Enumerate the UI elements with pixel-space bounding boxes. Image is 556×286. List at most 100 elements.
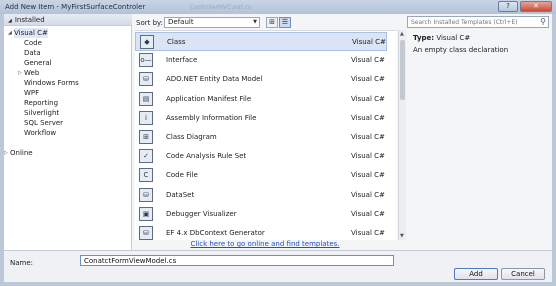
tree-item-label: Code bbox=[24, 39, 42, 47]
template-row[interactable]: i Assembly Information File Visual C# bbox=[135, 109, 387, 128]
template-name: Class bbox=[167, 38, 186, 46]
template-language: Visual C# bbox=[351, 75, 385, 84]
help-icon: ? bbox=[506, 2, 510, 10]
template-row[interactable]: ◆ Class Visual C# bbox=[135, 32, 387, 51]
online-link-row: Click here to go online and find templat… bbox=[4, 240, 552, 250]
scrollbar-thumb[interactable] bbox=[400, 40, 405, 100]
template-list-scrollbar[interactable]: ▲ ▼ bbox=[398, 30, 406, 240]
tree-item-web[interactable]: ▷ Web bbox=[4, 68, 132, 78]
template-language: Visual C# bbox=[351, 171, 385, 180]
cancel-button[interactable]: Cancel bbox=[501, 268, 545, 280]
close-button[interactable]: ✕ bbox=[520, 1, 552, 12]
type-value: Visual C# bbox=[436, 34, 471, 42]
dataset-icon: ⛁ bbox=[139, 187, 153, 202]
template-language: Visual C# bbox=[351, 190, 385, 199]
tree-item-silverlight[interactable]: Silverlight bbox=[4, 108, 132, 118]
template-details: Type: Visual C# An empty class declarati… bbox=[408, 30, 552, 240]
installed-label: Installed bbox=[14, 16, 45, 24]
help-button[interactable]: ? bbox=[498, 1, 518, 12]
tree-item-label: Web bbox=[24, 69, 40, 77]
search-box[interactable]: ⚲ bbox=[407, 16, 549, 28]
template-language: Visual C# bbox=[351, 209, 385, 218]
template-name: Interface bbox=[166, 56, 198, 65]
template-language: Visual C# bbox=[351, 113, 385, 122]
rule-set-icon: ✓ bbox=[139, 149, 153, 164]
tree-item-label: Reporting bbox=[24, 99, 59, 107]
tree-item-general[interactable]: General bbox=[4, 58, 132, 68]
template-language: Visual C# bbox=[351, 56, 385, 65]
window-title: Add New Item - MyFirstSurfaceControler bbox=[5, 3, 146, 11]
template-name: Assembly Information File bbox=[166, 113, 257, 122]
template-name: Code Analysis Rule Set bbox=[166, 152, 247, 161]
list-view-icon: ☰ bbox=[281, 18, 289, 26]
chevron-down-icon: ▼ bbox=[253, 19, 257, 25]
expand-icon[interactable]: ▷ bbox=[18, 68, 22, 78]
tree-item-code[interactable]: Code bbox=[4, 38, 132, 48]
installed-header[interactable]: ◢ Installed bbox=[4, 14, 132, 26]
tree-item-online[interactable]: ▷ Online bbox=[4, 148, 132, 158]
online-templates-link[interactable]: Click here to go online and find templat… bbox=[190, 240, 339, 248]
template-language: Visual C# bbox=[351, 229, 385, 237]
template-row[interactable]: C Code File Visual C# bbox=[135, 166, 387, 185]
expand-icon[interactable]: ▷ bbox=[4, 148, 8, 158]
template-row[interactable]: ⛁ DataSet Visual C# bbox=[135, 186, 387, 205]
tree-item-visual-c-[interactable]: ◢ Visual C# bbox=[4, 28, 132, 38]
ef-generator-icon: ⛁ bbox=[139, 226, 153, 240]
sort-label: Sort by: bbox=[136, 19, 164, 27]
tree-item-workflow[interactable]: Workflow bbox=[4, 128, 132, 138]
search-input[interactable] bbox=[408, 17, 528, 27]
list-view-button[interactable]: ☰ bbox=[279, 17, 291, 28]
grid-view-icon: ⊞ bbox=[269, 18, 275, 26]
template-row[interactable]: ⊞ Class Diagram Visual C# bbox=[135, 128, 387, 147]
template-name: EF 4.x DbContext Generator bbox=[166, 229, 265, 237]
tree-item-reporting[interactable]: Reporting bbox=[4, 98, 132, 108]
template-name: Class Diagram bbox=[166, 133, 217, 141]
template-list: ◆ Class Visual C# o— Interface Visual C# ⛁ ADO.… bbox=[135, 30, 397, 240]
tree-item-label: Silverlight bbox=[24, 109, 60, 117]
sort-toolbar: Sort by: Default ▼ ⊞ ☰ bbox=[135, 17, 405, 29]
tree-item-label: WPF bbox=[24, 89, 40, 97]
dialog-body: ◢ Installed ◢ Visual C# Code Data General ▷ Web… bbox=[4, 14, 552, 282]
window-controls: ? ✕ bbox=[496, 1, 552, 12]
entity-model-icon: ⛁ bbox=[139, 72, 153, 87]
tree-item-label: Online bbox=[10, 149, 33, 157]
template-language: Visual C# bbox=[351, 94, 385, 103]
type-label: Type: bbox=[413, 34, 435, 42]
template-language: Visual C# bbox=[351, 152, 385, 161]
category-pane: ◢ Installed ◢ Visual C# Code Data General ▷ Web… bbox=[4, 14, 132, 250]
scroll-up-icon[interactable]: ▲ bbox=[400, 31, 404, 37]
medium-icons-view-button[interactable]: ⊞ bbox=[266, 17, 278, 28]
close-icon: ✕ bbox=[533, 2, 539, 10]
tree-item-label: Visual C# bbox=[14, 28, 48, 38]
tree-item-label: Windows Forms bbox=[24, 79, 79, 87]
template-row[interactable]: ▤ Application Manifest File Visual C# bbox=[135, 90, 387, 109]
tree-item-label: General bbox=[24, 59, 52, 67]
title-bar: Add New Item - MyFirstSurfaceControler C… bbox=[0, 0, 556, 14]
tree-item-windows-forms[interactable]: Windows Forms bbox=[4, 78, 132, 88]
sort-dropdown[interactable]: Default ▼ bbox=[164, 17, 260, 28]
tree-item-data[interactable]: Data bbox=[4, 48, 132, 58]
manifest-icon: ▤ bbox=[139, 91, 153, 106]
name-panel: Name: Add Cancel bbox=[4, 250, 552, 282]
template-name: ADO.NET Entity Data Model bbox=[166, 75, 263, 84]
template-row[interactable]: ⛁ ADO.NET Entity Data Model Visual C# bbox=[135, 70, 387, 89]
tree-item-wpf[interactable]: WPF bbox=[4, 88, 132, 98]
tree-item-sql-server[interactable]: SQL Server bbox=[4, 118, 132, 128]
class-diagram-icon: ⊞ bbox=[139, 130, 153, 144]
template-language: Visual C# bbox=[351, 133, 385, 141]
template-row[interactable]: ⛁ EF 4.x DbContext Generator Visual C# bbox=[135, 224, 387, 240]
code-file-icon: C bbox=[139, 168, 153, 183]
name-input[interactable] bbox=[80, 255, 394, 266]
template-row[interactable]: ✓ Code Analysis Rule Set Visual C# bbox=[135, 147, 387, 166]
template-row[interactable]: ▣ Debugger Visualizer Visual C# bbox=[135, 205, 387, 224]
collapse-icon[interactable]: ◢ bbox=[8, 28, 12, 38]
template-language: Visual C# bbox=[352, 38, 386, 46]
scroll-down-icon[interactable]: ▼ bbox=[400, 233, 404, 239]
add-button[interactable]: Add bbox=[454, 268, 498, 280]
template-name: DataSet bbox=[166, 190, 195, 199]
search-icon[interactable]: ⚲ bbox=[540, 17, 546, 26]
template-type: Type: Visual C# bbox=[413, 34, 470, 42]
template-row[interactable]: o— Interface Visual C# bbox=[135, 51, 387, 70]
debugger-visualizer-icon: ▣ bbox=[139, 206, 153, 221]
